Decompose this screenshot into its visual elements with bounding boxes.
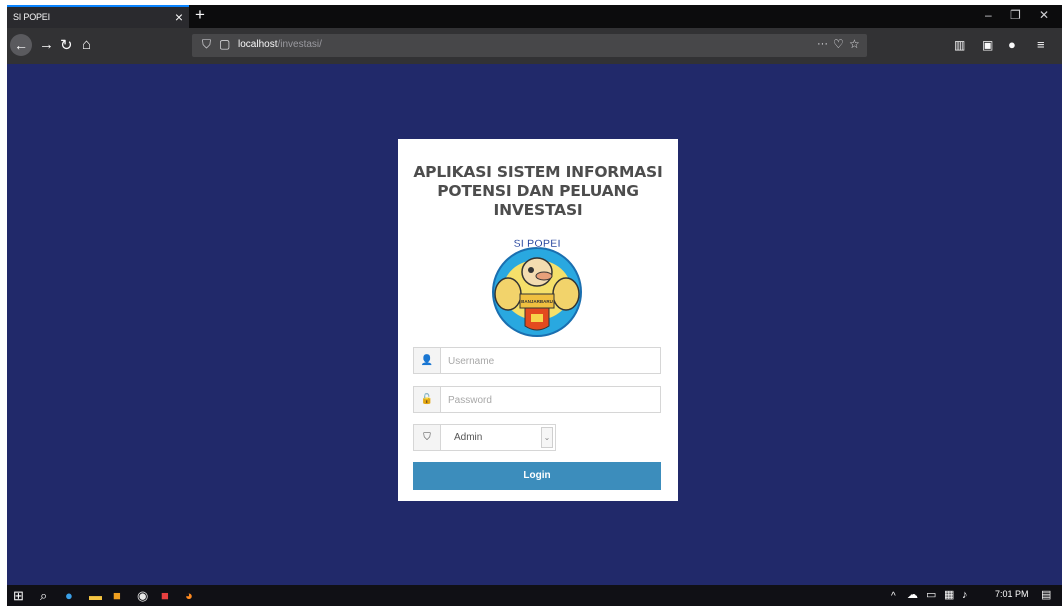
window-close-icon[interactable]: ✕ bbox=[1039, 8, 1049, 22]
url-host: localhost bbox=[238, 39, 278, 50]
shield-icon[interactable]: ⛉ bbox=[202, 37, 211, 52]
library-icon[interactable]: ▥ bbox=[954, 38, 965, 52]
new-tab-icon[interactable]: + bbox=[195, 5, 205, 25]
si-popei-logo: SI POPEI BANJARBARU bbox=[492, 238, 582, 337]
shield-role-icon: ⛉ bbox=[414, 425, 441, 450]
role-selected-value: Admin bbox=[454, 432, 483, 443]
user-icon: 👤 bbox=[414, 348, 441, 373]
app-title-line3: INVESTASI bbox=[493, 201, 583, 219]
app-title-line1: APLIKASI SISTEM INFORMASI bbox=[413, 163, 663, 181]
restore-icon[interactable]: ❐ bbox=[1010, 8, 1021, 22]
browser-tab[interactable]: SI POPEI × bbox=[7, 5, 189, 28]
minimize-icon[interactable]: – bbox=[985, 8, 992, 22]
url-text[interactable]: localhost/investasi/ bbox=[238, 39, 322, 50]
network-icon[interactable]: ▦ bbox=[944, 588, 954, 603]
role-select[interactable]: ⛉ Admin ⌄ bbox=[413, 424, 556, 451]
search-icon[interactable]: ⌕ bbox=[40, 588, 47, 603]
tab-bar: SI POPEI × + – ❐ ✕ bbox=[7, 5, 1062, 28]
taskbar: ⊞ ⌕ ● ▬ ■ ◉ ■ ◕ ^ ☁ ▭ ▦ ♪ 7:01 PM ▤ bbox=[7, 585, 1062, 606]
account-icon[interactable]: ● bbox=[1008, 37, 1016, 52]
unlock-icon: 🔓 bbox=[414, 387, 441, 412]
menu-icon[interactable]: ≡ bbox=[1037, 37, 1045, 52]
login-button[interactable]: Login bbox=[413, 462, 661, 490]
chevron-down-icon[interactable]: ⌄ bbox=[541, 427, 553, 448]
app-circle-icon[interactable]: ◉ bbox=[137, 588, 148, 603]
password-field: 🔓 bbox=[413, 386, 661, 413]
tab-title: SI POPEI bbox=[13, 12, 50, 22]
app-red-icon[interactable]: ■ bbox=[161, 588, 169, 603]
username-input[interactable] bbox=[446, 351, 650, 371]
notification-icon[interactable]: ▤ bbox=[1041, 588, 1051, 603]
nav-bar: ← → ↻ ⌂ ⛉ ▢ localhost/investasi/ ··· ♡ ☆… bbox=[7, 28, 1062, 64]
home-icon[interactable]: ⌂ bbox=[82, 36, 91, 53]
pocket-icon[interactable]: ♡ bbox=[833, 37, 844, 51]
cloud-icon[interactable]: ☁ bbox=[907, 588, 918, 603]
login-card: APLIKASI SISTEM INFORMASI POTENSI DAN PE… bbox=[398, 139, 678, 501]
url-path: /investasi/ bbox=[277, 39, 322, 50]
page-icon: ▢ bbox=[219, 37, 231, 51]
bookmark-star-icon[interactable]: ☆ bbox=[849, 37, 860, 51]
app-title-line2: POTENSI DAN PELUANG bbox=[437, 182, 639, 200]
forward-arrow-icon[interactable]: → bbox=[39, 36, 54, 53]
more-actions-icon[interactable]: ··· bbox=[817, 38, 828, 50]
tab-close-icon[interactable]: × bbox=[175, 9, 183, 25]
battery-icon[interactable]: ▭ bbox=[926, 588, 936, 603]
file-explorer-icon[interactable]: ▬ bbox=[89, 588, 102, 603]
sidebar-icon[interactable]: ▣ bbox=[982, 38, 993, 52]
firefox-icon[interactable]: ◕ bbox=[185, 588, 193, 603]
app-title: APLIKASI SISTEM INFORMASI POTENSI DAN PE… bbox=[398, 163, 678, 220]
windows-start-icon[interactable]: ⊞ bbox=[13, 588, 24, 603]
edge-browser-icon[interactable]: ● bbox=[65, 588, 73, 603]
app-yellow-icon[interactable]: ■ bbox=[113, 588, 121, 603]
logo-title-text: SI POPEI bbox=[513, 238, 560, 250]
back-arrow-icon[interactable]: ← bbox=[10, 34, 32, 56]
reload-icon[interactable]: ↻ bbox=[60, 36, 73, 54]
screen: SI POPEI × + – ❐ ✕ ← → ↻ ⌂ ⛉ ▢ localhost… bbox=[7, 5, 1062, 606]
chevron-up-icon[interactable]: ^ bbox=[891, 589, 896, 604]
url-bar[interactable]: ⛉ ▢ localhost/investasi/ ··· ♡ ☆ bbox=[192, 34, 867, 57]
username-field: 👤 bbox=[413, 347, 661, 374]
password-input[interactable] bbox=[446, 390, 650, 410]
logo-badge-text: BANJARBARU bbox=[521, 299, 553, 304]
clock-time[interactable]: 7:01 PM bbox=[995, 589, 1029, 599]
volume-icon[interactable]: ♪ bbox=[962, 588, 968, 603]
